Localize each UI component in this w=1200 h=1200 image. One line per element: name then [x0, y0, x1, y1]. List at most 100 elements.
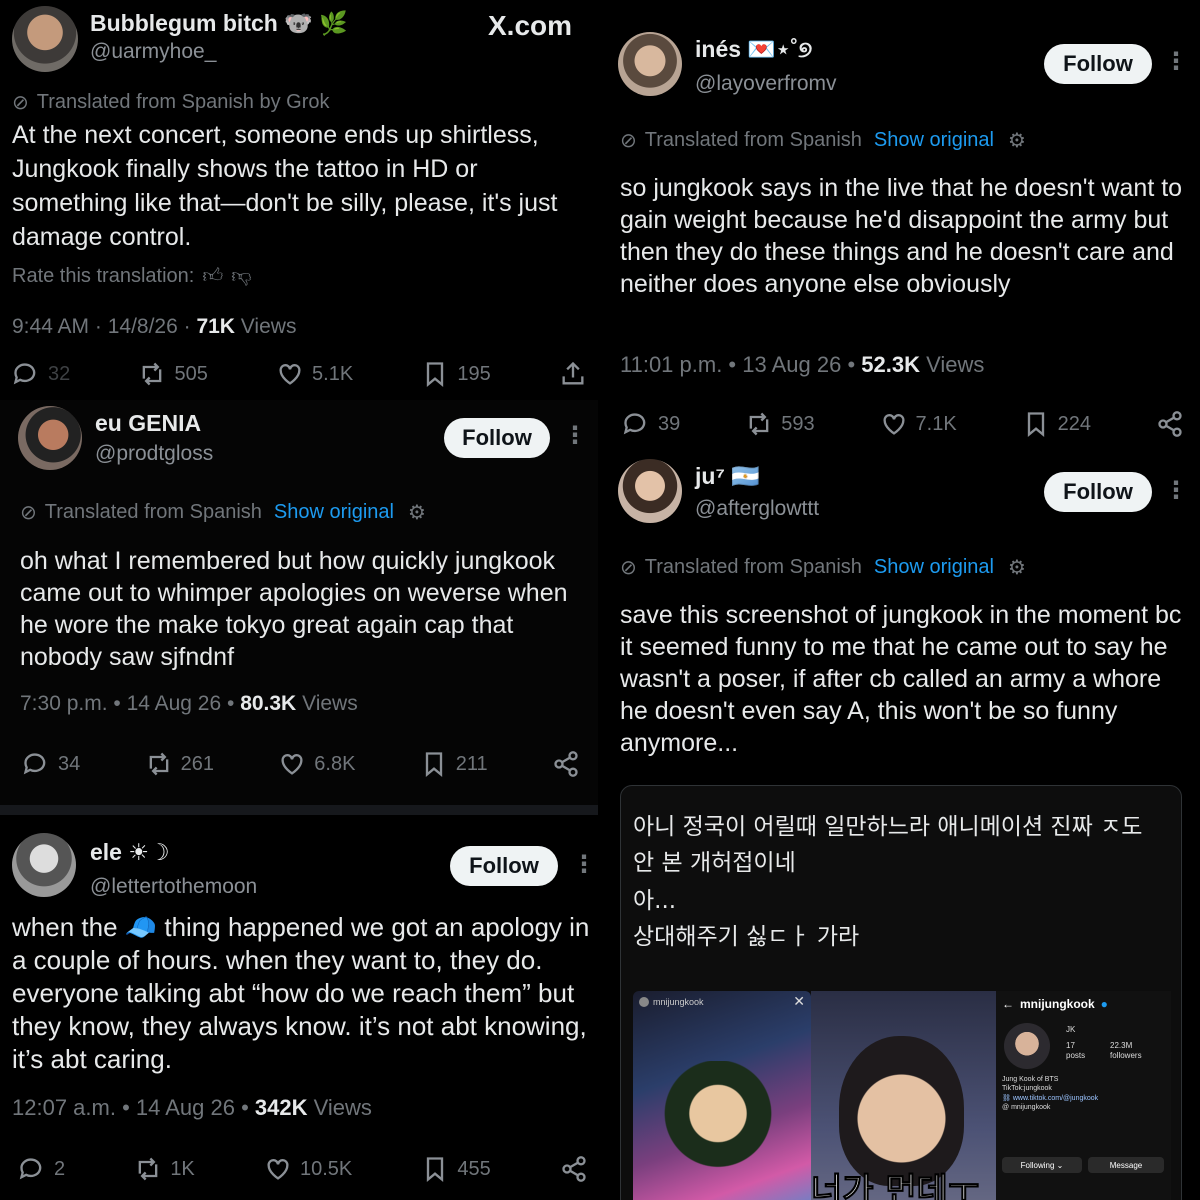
reply-icon [23, 753, 46, 775]
show-original-link[interactable]: Show original [274, 501, 394, 524]
display-name[interactable]: ju⁷ 🇦🇷 [695, 463, 760, 490]
cap-emoji: 🧢 [124, 912, 158, 942]
settings-gear-icon[interactable]: ⚙ [408, 500, 426, 525]
post-prodtgloss: eu GENIA @prodtgloss Follow ⋮ ⊘ Translat… [0, 400, 598, 805]
username[interactable]: @afterglowttt [695, 497, 819, 521]
message-button: Message [1088, 1157, 1164, 1173]
like-button[interactable]: 10.5K [264, 1155, 352, 1183]
repost-button[interactable]: 593 [745, 410, 815, 438]
repost-icon [749, 412, 769, 436]
back-arrow-icon: ← [1002, 997, 1014, 1011]
avatar[interactable] [12, 6, 78, 72]
post-text: when the 🧢 thing happened we got an apol… [12, 912, 590, 1074]
follow-button[interactable]: Follow [450, 846, 558, 886]
heart-icon [267, 1159, 289, 1180]
share-icon [562, 1156, 586, 1182]
more-options-icon[interactable]: ⋮ [572, 853, 596, 877]
follow-button[interactable]: Follow [1044, 472, 1152, 512]
profile-bio: Jung Kook of BTS TikTok:jungkook ⛓ www.t… [1002, 1076, 1099, 1112]
like-button[interactable]: 7.1K [880, 410, 957, 438]
follow-button[interactable]: Follow [1044, 44, 1152, 84]
repost-button[interactable]: 505 [138, 360, 208, 388]
translation-label: ⊘ Translated from Spanish Show original … [620, 128, 1026, 153]
reply-button[interactable]: 2 [18, 1155, 65, 1183]
thumbs-up-icon[interactable]: 👍︎ [202, 264, 223, 288]
translation-label: ⊘ Translated from Spanish Show original … [620, 555, 1026, 580]
bookmark-button[interactable]: 455 [421, 1155, 491, 1183]
display-name[interactable]: eu GENIA [95, 410, 201, 437]
username[interactable]: @uarmyhoe_ [90, 40, 216, 64]
korean-text-line: 아... [633, 888, 677, 914]
post-layoverfromv: inés 💌⋆˚୭ @layoverfromv Follow ⋮ ⊘ Trans… [602, 0, 1200, 455]
follow-button[interactable]: Follow [444, 418, 550, 458]
post-text: At the next concert, someone ends up shi… [12, 121, 558, 251]
repost-button[interactable]: 1K [134, 1155, 195, 1183]
share-icon [1158, 411, 1182, 437]
embedded-media[interactable]: 아니 정국이 어릴때 일만하느라 애니메이션 진짜 ㅈ도 안 본 개허접이네 아… [620, 785, 1182, 1200]
anime-character-image [653, 1061, 783, 1200]
username[interactable]: @layoverfromv [695, 72, 837, 96]
username[interactable]: @lettertothemoon [90, 875, 257, 899]
bookmark-icon [427, 362, 444, 387]
share-button[interactable] [560, 1155, 588, 1183]
more-options-icon[interactable]: ⋮ [1164, 50, 1188, 74]
name-emoji: 🐨 🌿 [284, 10, 348, 36]
show-original-link[interactable]: Show original [874, 556, 994, 579]
photo: 너가 먼데ㅜ [810, 991, 996, 1200]
story-avatar [639, 997, 649, 1007]
show-original-link[interactable]: Show original [874, 129, 994, 152]
like-button[interactable]: 6.8K [278, 750, 355, 778]
avatar[interactable] [12, 833, 76, 897]
timestamp-views: 12:07 a.m. • 14 Aug 26 • 342K Views [12, 1095, 372, 1120]
avatar[interactable] [618, 459, 682, 523]
panel-divider [0, 805, 598, 815]
translation-label: ⊘ Translated from Spanish Show original … [20, 500, 426, 525]
timestamp-views: 9:44 AM · 14/8/26 · 71K Views [12, 315, 297, 338]
bookmark-button[interactable]: 195 [421, 360, 491, 388]
avatar[interactable] [18, 406, 82, 470]
avatar[interactable] [618, 32, 682, 96]
share-button[interactable] [552, 750, 580, 778]
bookmark-icon [1027, 412, 1044, 437]
following-button: Following ⌄ [1002, 1157, 1082, 1173]
reply-icon [19, 1158, 42, 1180]
more-options-icon[interactable]: ⋮ [563, 424, 587, 448]
share-button[interactable] [559, 360, 587, 388]
profile-screenshot: ← mnijungkook ● JK 17 posts 22.3M follower… [996, 991, 1171, 1200]
bookmark-button[interactable]: 211 [420, 750, 488, 778]
heart-icon [281, 754, 303, 775]
reply-icon [623, 413, 646, 435]
reply-button[interactable]: 39 [622, 410, 680, 438]
repost-icon [138, 1157, 158, 1181]
posts-count: 17 posts [1066, 1041, 1086, 1061]
post-uarmyhoe: Bubblegum bitch 🐨 🌿 @uarmyhoe_ X.com ⊘ T… [0, 0, 598, 400]
like-button[interactable]: 5.1K [276, 360, 353, 388]
reply-button[interactable]: 34 [22, 750, 80, 778]
reply-button[interactable]: 32 [12, 360, 70, 388]
action-bar: 32 505 5.1K 195 [12, 360, 587, 388]
username[interactable]: @prodtgloss [95, 442, 213, 466]
settings-gear-icon[interactable]: ⚙ [1008, 555, 1026, 580]
thumbs-down-icon[interactable]: 👎︎ [231, 264, 251, 288]
more-options-icon[interactable]: ⋮ [1164, 479, 1188, 503]
display-name[interactable]: inés 💌⋆˚୭ [695, 36, 812, 63]
profile-header: ← mnijungkook ● [1002, 997, 1108, 1011]
share-button[interactable] [1156, 410, 1184, 438]
korean-text-line: 아니 정국이 어릴때 일만하느라 애니메이션 진짜 ㅈ도 [633, 814, 1143, 840]
display-name[interactable]: ele ☀︎☽ [90, 839, 170, 866]
profile-avatar [1004, 1023, 1050, 1069]
bookmark-icon [427, 1157, 444, 1182]
display-name[interactable]: Bubblegum bitch 🐨 🌿 [90, 10, 348, 37]
video-caption: 너가 먼데ㅜ [810, 1171, 980, 1200]
post-text: save this screenshot of jungkook in the … [620, 601, 1182, 757]
close-icon: ✕ [793, 993, 805, 1009]
settings-gear-icon[interactable]: ⚙ [1008, 128, 1026, 153]
rate-translation: Rate this translation: 👍︎ 👎︎ [12, 264, 252, 288]
share-icon [562, 361, 584, 385]
share-icon [554, 751, 578, 777]
korean-text-line: 안 본 개허접이네 [633, 850, 796, 876]
action-bar: 39 593 7.1K 224 [622, 410, 1184, 438]
bookmark-button[interactable]: 224 [1022, 410, 1091, 438]
repost-button[interactable]: 261 [145, 750, 214, 778]
translate-icon: ⊘ [20, 502, 37, 524]
